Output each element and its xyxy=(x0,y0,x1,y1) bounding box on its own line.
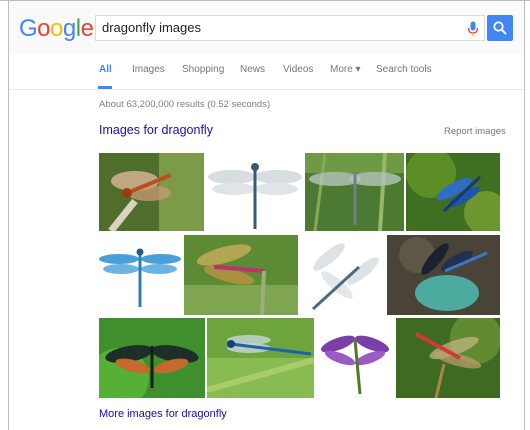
image-result[interactable] xyxy=(387,235,500,315)
tab-images[interactable]: Images xyxy=(132,64,165,75)
tab-all[interactable]: All xyxy=(99,64,112,75)
search-button[interactable] xyxy=(487,15,513,41)
logo-letter: g xyxy=(62,15,76,42)
google-logo[interactable]: Google xyxy=(19,15,94,43)
image-result[interactable] xyxy=(99,153,204,231)
microphone-icon[interactable] xyxy=(467,21,479,37)
tab-search-tools[interactable]: Search tools xyxy=(376,64,432,75)
search-input[interactable] xyxy=(102,20,402,35)
image-result[interactable] xyxy=(206,153,303,231)
more-images-link[interactable]: More images for dragonfly xyxy=(99,408,227,420)
report-images-link[interactable]: Report images xyxy=(444,126,506,137)
image-result[interactable] xyxy=(301,235,385,315)
image-result[interactable] xyxy=(184,235,298,315)
images-section-title[interactable]: Images for dragonfly xyxy=(99,123,213,137)
search-icon xyxy=(493,21,507,35)
tab-shopping[interactable]: Shopping xyxy=(182,64,224,75)
active-tab-indicator xyxy=(98,86,112,89)
search-header: Google xyxy=(9,1,524,55)
result-stats: About 63,200,000 results (0.52 seconds) xyxy=(99,99,271,110)
tab-more[interactable]: More ▾ xyxy=(330,64,361,75)
logo-letter: o xyxy=(50,15,63,42)
image-result[interactable] xyxy=(207,318,314,398)
tab-news[interactable]: News xyxy=(240,64,265,75)
search-tabs: All Images Shopping News Videos More ▾ S… xyxy=(9,55,524,90)
search-box[interactable] xyxy=(95,15,485,41)
window-right-border xyxy=(524,0,525,430)
logo-letter: o xyxy=(37,15,51,42)
image-result[interactable] xyxy=(396,318,500,398)
logo-letter: G xyxy=(19,15,38,42)
tab-videos[interactable]: Videos xyxy=(283,64,313,75)
image-result[interactable] xyxy=(305,153,404,231)
image-result[interactable] xyxy=(99,235,181,315)
image-result[interactable] xyxy=(99,318,205,398)
image-result[interactable] xyxy=(406,153,500,231)
image-result[interactable] xyxy=(316,318,394,398)
logo-letter: e xyxy=(80,15,94,42)
